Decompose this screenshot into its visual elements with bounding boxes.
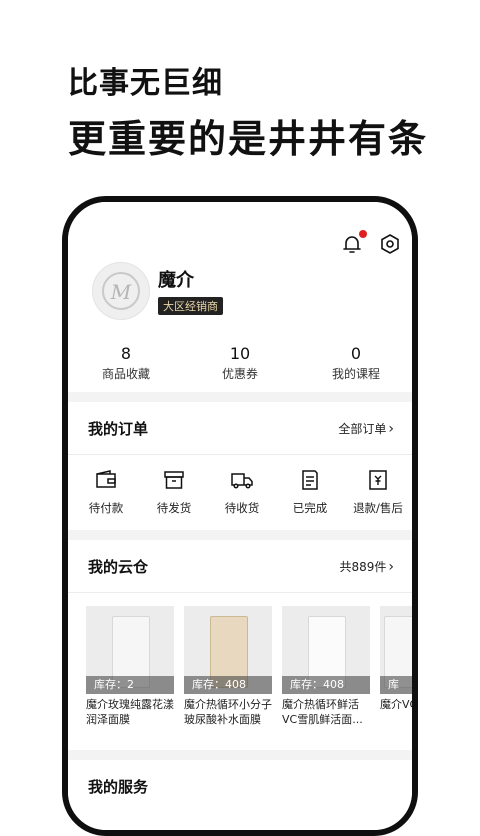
product-list: 库存：2 魔介玫瑰纯露花漾润泽面膜 库存：408 魔介热循环小分子玻尿酸补水面膜… xyxy=(86,606,412,746)
stat-coupons[interactable]: 10 优惠券 xyxy=(190,344,290,382)
avatar[interactable]: M xyxy=(92,262,150,320)
product-card[interactable]: 库存：2 魔介玫瑰纯露花漾润泽面膜 xyxy=(86,606,174,727)
receipt-icon xyxy=(302,470,318,490)
all-orders-link[interactable]: 全部订单 › xyxy=(338,420,394,437)
order-pending-shipment[interactable]: 待发货 xyxy=(144,468,204,516)
headline-line-2: 更重要的是井井有条 xyxy=(68,117,429,161)
stat-value: 10 xyxy=(229,344,251,363)
refund-icon xyxy=(369,470,387,490)
product-stock: 库存：408 xyxy=(282,676,370,694)
product-stock: 库存：408 xyxy=(184,676,272,694)
user-name: 魔介 xyxy=(158,270,194,291)
warehouse-count: 共889件 xyxy=(339,560,387,574)
stat-value: 0 xyxy=(350,344,362,363)
order-label: 退款/售后 xyxy=(353,501,403,515)
order-label: 待收货 xyxy=(224,501,260,515)
warehouse-title: 我的云仓 xyxy=(88,558,149,576)
order-label: 待付款 xyxy=(88,501,124,515)
divider xyxy=(68,454,412,455)
product-image: 库 xyxy=(380,606,412,694)
order-refund[interactable]: 退款/售后 xyxy=(348,468,408,516)
chevron-right-icon: › xyxy=(388,559,394,575)
bell-icon[interactable] xyxy=(340,230,367,256)
product-name: 魔介VC xyxy=(380,698,412,711)
product-image: 库存：408 xyxy=(184,606,272,694)
product-card[interactable]: 库存：408 魔介热循环鲜活VC雪肌鲜活面... xyxy=(282,606,370,727)
all-orders-label: 全部订单 xyxy=(338,422,387,436)
product-card[interactable]: 库 魔介VC xyxy=(380,606,412,727)
product-name: 魔介热循环鲜活VC雪肌鲜活面... xyxy=(282,698,363,726)
product-stock: 库存：2 xyxy=(86,676,174,694)
notification-dot xyxy=(359,230,367,238)
services-card: 我的服务 xyxy=(68,760,412,830)
warehouse-count-link[interactable]: 共889件 › xyxy=(339,558,394,575)
hexagon-settings-icon[interactable] xyxy=(378,232,402,256)
stat-value: 8 xyxy=(120,344,132,363)
warehouse-card: 我的云仓 共889件› 库存：2 魔介玫瑰纯露花漾润泽面膜 库存：408 魔介 xyxy=(68,540,412,750)
order-label: 待发货 xyxy=(156,501,192,515)
order-completed[interactable]: 已完成 xyxy=(280,468,340,516)
headline-line-1: 比事无巨细 xyxy=(68,66,223,101)
product-image: 库存：2 xyxy=(86,606,174,694)
order-status-row: 待付款 待发货 待收货 已完成 退款/售后 xyxy=(68,468,412,528)
stat-favorites[interactable]: 8 商品收藏 xyxy=(76,344,176,382)
stat-label: 我的课程 xyxy=(331,367,380,381)
box-icon xyxy=(164,471,184,489)
level-badge: 大区经销商 xyxy=(158,297,223,315)
services-title: 我的服务 xyxy=(88,778,149,796)
stat-label: 商品收藏 xyxy=(101,367,150,381)
divider xyxy=(68,592,412,593)
chevron-right-icon: › xyxy=(388,421,394,437)
product-name: 魔介热循环小分子玻尿酸补水面膜 xyxy=(184,698,272,726)
product-image: 库存：408 xyxy=(282,606,370,694)
stat-label: 优惠券 xyxy=(221,367,258,381)
orders-card: 我的订单 全部订单 › 待付款 待发货 待收货 已完成 退款/售后 xyxy=(68,402,412,530)
order-pending-payment[interactable]: 待付款 xyxy=(76,468,136,516)
truck-icon xyxy=(231,473,253,489)
orders-title: 我的订单 xyxy=(88,420,149,438)
order-pending-receipt[interactable]: 待收货 xyxy=(212,468,272,516)
stat-courses[interactable]: 0 我的课程 xyxy=(306,344,406,382)
svg-text:M: M xyxy=(110,280,132,304)
order-label: 已完成 xyxy=(292,501,328,515)
wallet-icon xyxy=(96,470,116,488)
product-name: 魔介玫瑰纯露花漾润泽面膜 xyxy=(86,698,174,726)
stats-row: 8 商品收藏 10 优惠券 0 我的课程 xyxy=(68,344,412,388)
phone-frame: M 魔介 大区经销商 8 商品收藏 10 优惠券 0 我的课程 我的订单 全部订… xyxy=(62,196,418,836)
product-stock: 库 xyxy=(380,676,412,694)
product-card[interactable]: 库存：408 魔介热循环小分子玻尿酸补水面膜 xyxy=(184,606,272,727)
profile-header: M 魔介 大区经销商 8 商品收藏 10 优惠券 0 我的课程 xyxy=(68,202,412,392)
